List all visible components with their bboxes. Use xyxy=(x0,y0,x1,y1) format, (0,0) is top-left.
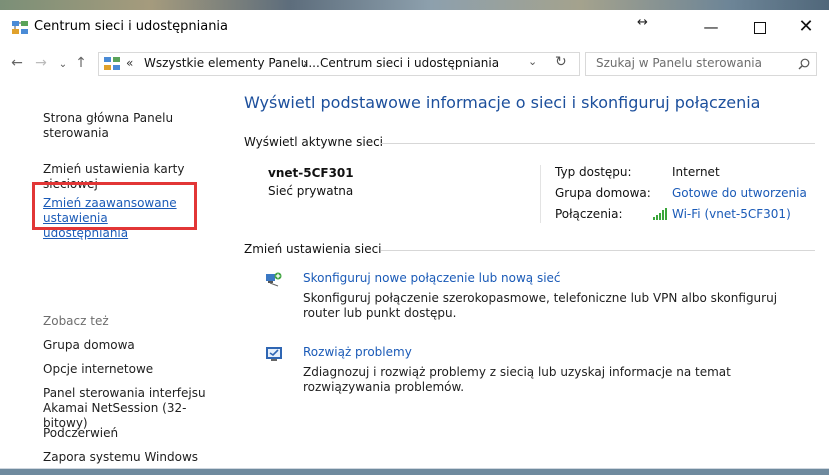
sidebar-link-control-panel-home[interactable]: Strona główna Panelu sterowania xyxy=(43,111,223,141)
see-also-internet-options[interactable]: Opcje internetowe xyxy=(43,362,223,377)
resize-cursor-icon: ↔ xyxy=(637,15,648,30)
breadcrumb-all-control-panel-items[interactable]: Wszystkie elementy Panelu... xyxy=(144,56,320,70)
forward-button[interactable]: → xyxy=(32,55,50,71)
wifi-connection-link[interactable]: Wi-Fi (vnet-5CF301) xyxy=(672,207,791,221)
troubleshoot-problems-description: Zdiagnozuj i rozwiąż problemy z siecią l… xyxy=(303,365,731,394)
desktop-background-strip xyxy=(0,0,829,10)
up-button[interactable]: ↑ xyxy=(72,55,90,71)
control-panel-icon xyxy=(104,57,120,70)
info-divider xyxy=(540,165,541,223)
navigation-bar: ← → ⌄ ↑ « Wszystkie elementy Panelu... ›… xyxy=(0,45,829,83)
breadcrumb-network-sharing-center[interactable]: Centrum sieci i udostępniania xyxy=(320,56,499,70)
new-connection-icon xyxy=(266,272,282,287)
setup-new-connection-description: Skonfiguruj połączenie szerokopasmowe, t… xyxy=(303,291,778,320)
maximize-icon xyxy=(754,21,766,34)
refresh-button[interactable]: ↻ xyxy=(555,54,567,70)
search-icon xyxy=(798,58,810,70)
homegroup-label: Grupa domowa: xyxy=(555,186,651,200)
see-also-windows-firewall[interactable]: Zapora systemu Windows xyxy=(43,450,223,465)
search-box[interactable]: Szukaj w Panelu sterowania xyxy=(585,52,817,76)
section-divider xyxy=(381,250,815,251)
troubleshoot-problems-link[interactable]: Rozwiąż problemy xyxy=(303,345,412,359)
close-button[interactable]: ✕ xyxy=(783,13,829,41)
network-type-link[interactable]: Sieć prywatna xyxy=(268,184,353,198)
active-networks-heading: Wyświetl aktywne sieci xyxy=(244,135,384,149)
page-title: Wyświetl podstawowe informacje o sieci i… xyxy=(244,93,761,112)
section-divider xyxy=(380,143,815,144)
main-content: Wyświetl podstawowe informacje o sieci i… xyxy=(230,83,829,468)
address-dropdown-button[interactable]: ⌄ xyxy=(528,55,537,68)
title-bar[interactable]: Centrum sieci i udostępniania ↔ — ✕ xyxy=(0,10,829,45)
troubleshoot-icon xyxy=(266,347,282,361)
access-type-label: Typ dostępu: xyxy=(555,165,632,179)
see-also-akamai-netsession[interactable]: Panel sterowania interfejsu Akamai NetSe… xyxy=(43,386,223,431)
red-highlight-frame xyxy=(32,182,197,230)
change-network-settings-heading: Zmień ustawienia sieci xyxy=(244,242,382,256)
homegroup-link[interactable]: Gotowe do utworzenia xyxy=(672,186,807,200)
network-sharing-window: Centrum sieci i udostępniania ↔ — ✕ ← → … xyxy=(0,10,829,469)
maximize-button[interactable] xyxy=(737,13,783,41)
network-name: vnet-5CF301 xyxy=(268,166,354,180)
see-also-homegroup[interactable]: Grupa domowa xyxy=(43,338,223,353)
recent-locations-button[interactable]: ⌄ xyxy=(54,59,72,70)
connections-label: Połączenia: xyxy=(555,207,623,221)
address-bar[interactable]: « Wszystkie elementy Panelu... › Centrum… xyxy=(98,52,580,76)
search-placeholder: Szukaj w Panelu sterowania xyxy=(596,56,762,70)
address-overflow-chevron[interactable]: « xyxy=(126,56,133,70)
wifi-signal-icon xyxy=(653,208,667,220)
back-button[interactable]: ← xyxy=(8,55,26,71)
access-type-value: Internet xyxy=(672,165,720,179)
setup-new-connection-link[interactable]: Skonfiguruj nowe połączenie lub nową sie… xyxy=(303,271,561,285)
see-also-infrared[interactable]: Podczerwień xyxy=(43,426,223,441)
sidebar: Strona główna Panelu sterowania Zmień us… xyxy=(0,83,228,468)
see-also-heading: Zobacz też xyxy=(43,314,109,328)
minimize-button[interactable]: — xyxy=(688,13,734,41)
network-center-icon xyxy=(12,21,28,34)
window-title: Centrum sieci i udostępniania xyxy=(34,19,229,34)
breadcrumb-separator[interactable]: › xyxy=(303,56,308,70)
